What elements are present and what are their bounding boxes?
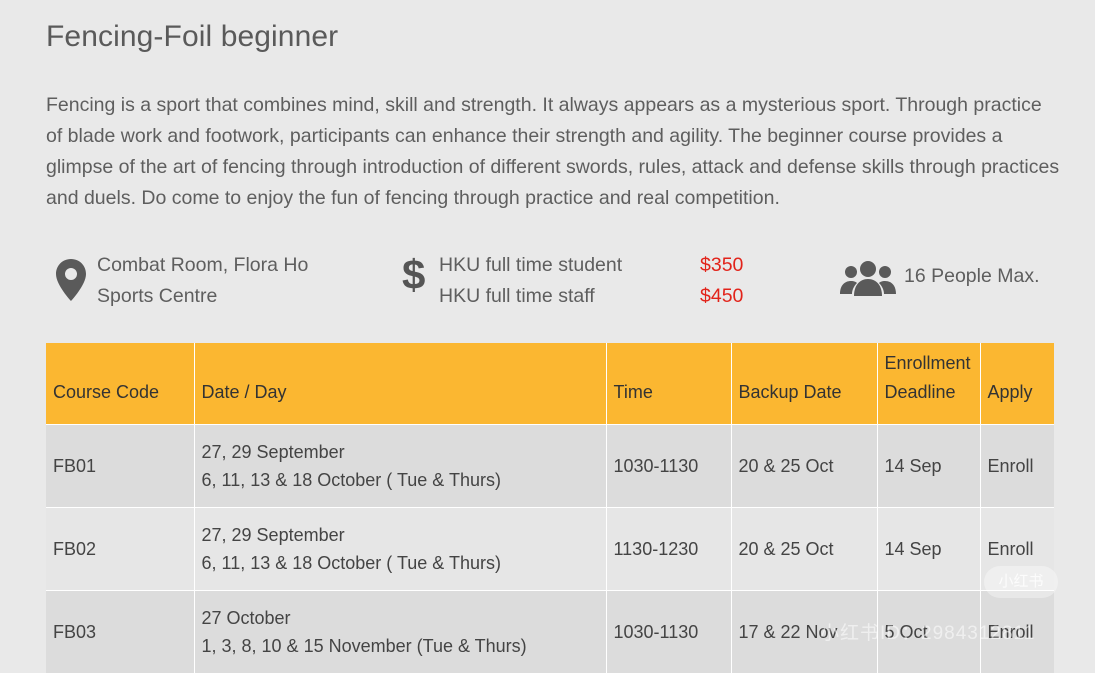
header-date-day: Date / Day bbox=[194, 343, 606, 425]
date-line-1: 27, 29 September bbox=[202, 521, 599, 549]
date-line-1: 27, 29 September bbox=[202, 438, 599, 466]
header-backup-date: Backup Date bbox=[731, 343, 877, 425]
capacity-text: 16 People Max. bbox=[904, 265, 1040, 288]
price-student-value: $350 bbox=[700, 250, 743, 281]
deadline-cell: 14 Sep bbox=[877, 508, 980, 591]
table-row: FB02 27, 29 September 6, 11, 13 & 18 Oct… bbox=[46, 508, 1054, 591]
time-cell: 1030-1130 bbox=[606, 425, 731, 508]
course-code-cell: FB01 bbox=[46, 425, 194, 508]
deadline-cell: 14 Sep bbox=[877, 425, 980, 508]
date-cell: 27, 29 September 6, 11, 13 & 18 October … bbox=[194, 508, 606, 591]
header-deadline-line-1: Enrollment bbox=[885, 349, 973, 378]
header-time: Time bbox=[606, 343, 731, 425]
location-line-2: Sports Centre bbox=[97, 281, 308, 312]
enroll-link[interactable]: Enroll bbox=[980, 425, 1054, 508]
page-title: Fencing-Foil beginner bbox=[46, 20, 338, 54]
date-line-2: 1, 3, 8, 10 & 15 November (Tue & Thurs) bbox=[202, 632, 599, 660]
time-cell: 1130-1230 bbox=[606, 508, 731, 591]
header-deadline-line-2: Deadline bbox=[885, 378, 973, 407]
date-cell: 27, 29 September 6, 11, 13 & 18 October … bbox=[194, 425, 606, 508]
course-code-cell: FB02 bbox=[46, 508, 194, 591]
backup-date-cell: 20 & 25 Oct bbox=[731, 508, 877, 591]
watermark-badge: 小红书 bbox=[984, 566, 1058, 598]
location-text: Combat Room, Flora Ho Sports Centre bbox=[97, 250, 308, 312]
header-enrollment-deadline: Enrollment Deadline bbox=[877, 343, 980, 425]
header-course-code: Course Code bbox=[46, 343, 194, 425]
backup-date-cell: 20 & 25 Oct bbox=[731, 425, 877, 508]
people-group-icon bbox=[840, 260, 896, 296]
date-cell: 27 October 1, 3, 8, 10 & 15 November (Tu… bbox=[194, 591, 606, 673]
course-info-row: Combat Room, Flora Ho Sports Centre $ HK… bbox=[0, 248, 1095, 318]
course-description: Fencing is a sport that combines mind, s… bbox=[46, 90, 1061, 214]
date-line-2: 6, 11, 13 & 18 October ( Tue & Thurs) bbox=[202, 549, 599, 577]
watermark-text: 小红书ID：2984312811 bbox=[820, 618, 1035, 645]
table-row: FB01 27, 29 September 6, 11, 13 & 18 Oct… bbox=[46, 425, 1054, 508]
price-student-label: HKU full time student bbox=[439, 250, 622, 281]
course-code-cell: FB03 bbox=[46, 591, 194, 673]
table-header-row: Course Code Date / Day Time Backup Date … bbox=[46, 343, 1054, 425]
date-line-1: 27 October bbox=[202, 604, 599, 632]
map-pin-icon bbox=[54, 258, 88, 302]
header-apply: Apply bbox=[980, 343, 1054, 425]
price-labels: HKU full time student HKU full time staf… bbox=[439, 250, 622, 312]
date-line-2: 6, 11, 13 & 18 October ( Tue & Thurs) bbox=[202, 466, 599, 494]
time-cell: 1030-1130 bbox=[606, 591, 731, 673]
location-line-1: Combat Room, Flora Ho bbox=[97, 250, 308, 281]
price-staff-value: $450 bbox=[700, 281, 743, 312]
price-staff-label: HKU full time staff bbox=[439, 281, 622, 312]
dollar-icon: $ bbox=[402, 252, 425, 298]
price-values: $350 $450 bbox=[700, 250, 743, 312]
